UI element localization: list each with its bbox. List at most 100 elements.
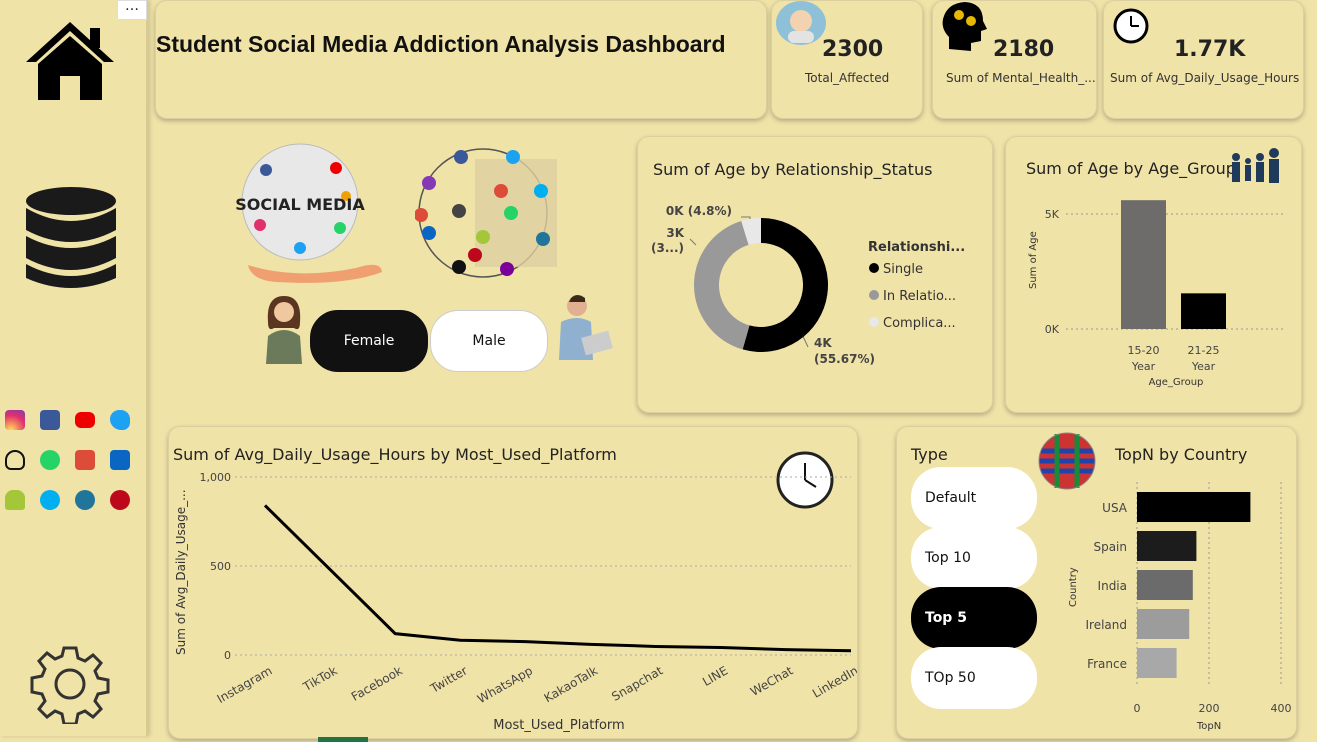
instagram-icon[interactable] [5, 410, 25, 430]
kpi-label: Sum of Mental_Health_... [946, 71, 1096, 85]
x-tick-label: 200 [1199, 702, 1220, 715]
kpi-value: 2300 [822, 37, 884, 62]
brain-gear-icon [942, 2, 987, 51]
country-bar[interactable] [1137, 609, 1190, 639]
x-tick-label: Year [1131, 360, 1156, 373]
y-tick-label: 500 [210, 560, 231, 573]
data-label: 0K (4.8%) [666, 204, 732, 218]
home-icon[interactable] [22, 18, 118, 102]
topn-country-card: Type Default Top 10 Top 5 TOp 50 TopN by… [896, 426, 1297, 739]
x-axis-title: Most_Used_Platform [493, 718, 624, 733]
page-title: Student Social Media Addiction Analysis … [156, 31, 726, 57]
more-options-button[interactable]: … [117, 0, 147, 20]
y-tick-label: Ireland [1085, 618, 1127, 632]
social-media-graphic-text: SOCIAL MEDIA [236, 195, 365, 214]
x-tick-label: WeChat [748, 663, 796, 699]
snapchat-icon[interactable] [5, 450, 25, 470]
social-network-image [415, 148, 557, 278]
linkedin-icon[interactable] [110, 450, 130, 470]
youtube-icon[interactable] [75, 412, 95, 428]
skype-icon[interactable] [40, 490, 60, 510]
data-label: 4K [814, 336, 832, 350]
y-tick-label: USA [1102, 501, 1128, 515]
twitter-icon[interactable] [110, 410, 130, 430]
x-tick-label: TikTok [300, 663, 340, 694]
kpi-value: 2180 [993, 37, 1055, 62]
x-tick-label: 0 [1134, 702, 1141, 715]
country-bar[interactable] [1137, 648, 1177, 678]
legend-marker [869, 317, 879, 327]
donut-slice-relationship[interactable] [694, 220, 750, 350]
x-tick-label: 15-20 [1128, 344, 1160, 357]
x-tick-label: KakaoTalk [542, 663, 601, 705]
x-tick-label: Facebook [349, 663, 405, 703]
country-bar[interactable] [1137, 492, 1251, 522]
x-tick-label: LinkedIn [810, 663, 857, 700]
data-label: (3...) [651, 241, 684, 255]
x-tick-label: Twitter [427, 663, 470, 696]
y-tick-label: India [1098, 579, 1127, 593]
data-label: (55.67%) [814, 352, 875, 366]
student-avatar-icon [776, 1, 826, 45]
x-tick-label: Year [1191, 360, 1216, 373]
donut-chart: 4K (55.67%) 3K (3...) 0K (4.8%) Relation… [651, 204, 965, 366]
y-tick-label: 1,000 [200, 471, 232, 484]
pinterest-icon[interactable] [110, 490, 130, 510]
country-bar[interactable] [1137, 531, 1197, 561]
x-tick-label: LINE [700, 663, 730, 689]
female-filter-button[interactable]: Female [310, 310, 428, 372]
x-tick-label: Snapchat [609, 663, 665, 703]
clock-icon [1113, 8, 1149, 44]
age-group-chart: 5K 0K Sum of Age Age_Group 15-20 Year 21-2… [1028, 200, 1286, 388]
facebook-icon[interactable] [40, 410, 60, 430]
legend-marker [869, 263, 879, 273]
settings-gear-icon[interactable] [30, 644, 110, 724]
kpi-card-mental-health: 2180 Sum of Mental_Health_... [932, 0, 1097, 119]
y-axis-title: Sum of Avg_Daily_Usage_... [174, 489, 188, 655]
x-tick-label: 400 [1271, 702, 1292, 715]
relationship-donut-card: Sum of Age by Relationship_Status 4K (55… [637, 136, 993, 413]
age-group-bar-card: Sum of Age by Age_Group 5K 0K Sum of Age… [1005, 136, 1302, 413]
y-axis-title: Sum of Age [1028, 231, 1039, 289]
database-icon[interactable] [24, 186, 118, 294]
kpi-card-daily-usage: 1.77K Sum of Avg_Daily_Usage_Hours [1103, 0, 1304, 119]
x-axis-title: Age_Group [1149, 377, 1204, 388]
x-axis-title: TopN [1196, 721, 1221, 732]
sidebar [0, 0, 148, 736]
legend-title: Relationshi... [868, 240, 965, 255]
whatsapp-icon[interactable] [40, 450, 60, 470]
topn-country-chart: 0 200 400 TopN Country USA Spain India Irel… [1068, 482, 1292, 732]
y-tick-label: 0K [1045, 323, 1060, 336]
age-group-bar[interactable] [1121, 200, 1166, 329]
country-bar[interactable] [1137, 570, 1193, 600]
google-plus-icon[interactable] [75, 450, 95, 470]
age-group-bar[interactable] [1181, 293, 1226, 329]
usage-series-line [263, 504, 852, 653]
y-tick-label: 0 [224, 649, 231, 662]
kpi-label: Sum of Avg_Daily_Usage_Hours [1110, 71, 1300, 85]
x-tick-label: WhatsApp [475, 663, 535, 706]
male-filter-button[interactable]: Male [430, 310, 548, 372]
legend-item[interactable]: In Relatio... [883, 289, 956, 304]
x-tick-label: 21-25 [1188, 344, 1220, 357]
female-avatar-image [266, 296, 302, 364]
x-tick-label: Instagram [215, 663, 275, 706]
social-media-globe-image: SOCIAL MEDIA [236, 143, 382, 283]
male-avatar-image [559, 295, 613, 360]
y-axis-title: Country [1068, 567, 1079, 607]
kpi-value: 1.77K [1174, 37, 1246, 62]
platform-usage-line-card: Sum of Avg_Daily_Usage_Hours by Most_Use… [168, 426, 858, 739]
y-tick-label: Spain [1093, 540, 1127, 554]
y-tick-label: France [1087, 657, 1127, 671]
kpi-card-total-affected: 2300 Total_Affected [771, 0, 923, 119]
legend-marker [869, 290, 879, 300]
title-card: Student Social Media Addiction Analysis … [155, 0, 767, 119]
android-icon[interactable] [5, 490, 25, 510]
legend-item[interactable]: Single [883, 262, 923, 277]
wordpress-icon[interactable] [75, 490, 95, 510]
kpi-label: Total_Affected [805, 71, 890, 85]
platform-line-chart: Sum of Avg_Daily_Usage_... Most_Used_Pla… [174, 471, 857, 733]
page-tab-indicator[interactable] [318, 737, 368, 742]
data-label: 3K [666, 226, 684, 240]
legend-item[interactable]: Complica... [883, 316, 956, 331]
